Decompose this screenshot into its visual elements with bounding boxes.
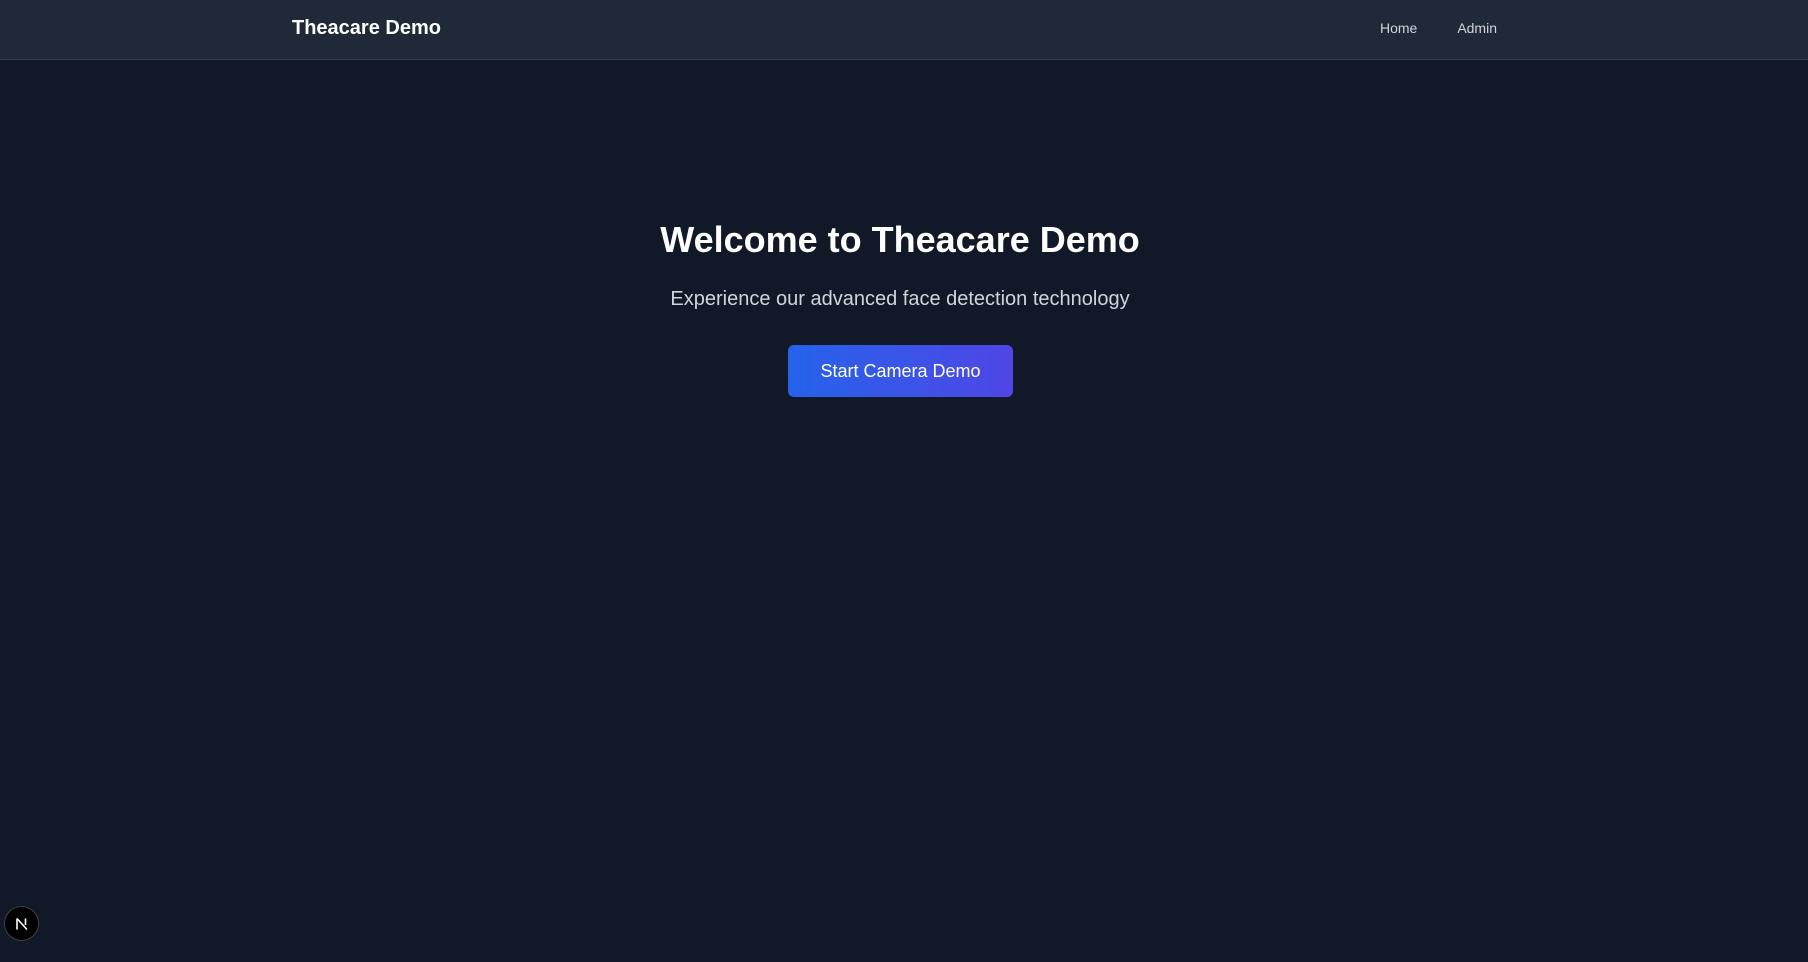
start-camera-demo-button[interactable]: Start Camera Demo (788, 345, 1013, 397)
nav-link-home[interactable]: Home (1380, 19, 1417, 37)
page-title: Welcome to Theacare Demo (660, 219, 1140, 260)
brand-logo-link[interactable]: Theacare Demo (292, 16, 441, 40)
top-navbar: Theacare Demo Home Admin (0, 0, 1808, 60)
hero-subtitle: Experience our advanced face detection t… (670, 288, 1130, 310)
nextjs-dev-indicator-button[interactable] (4, 906, 39, 941)
nextjs-logo-icon (15, 917, 28, 930)
nav-links: Home Admin (1380, 19, 1497, 37)
nav-link-admin[interactable]: Admin (1457, 19, 1497, 37)
